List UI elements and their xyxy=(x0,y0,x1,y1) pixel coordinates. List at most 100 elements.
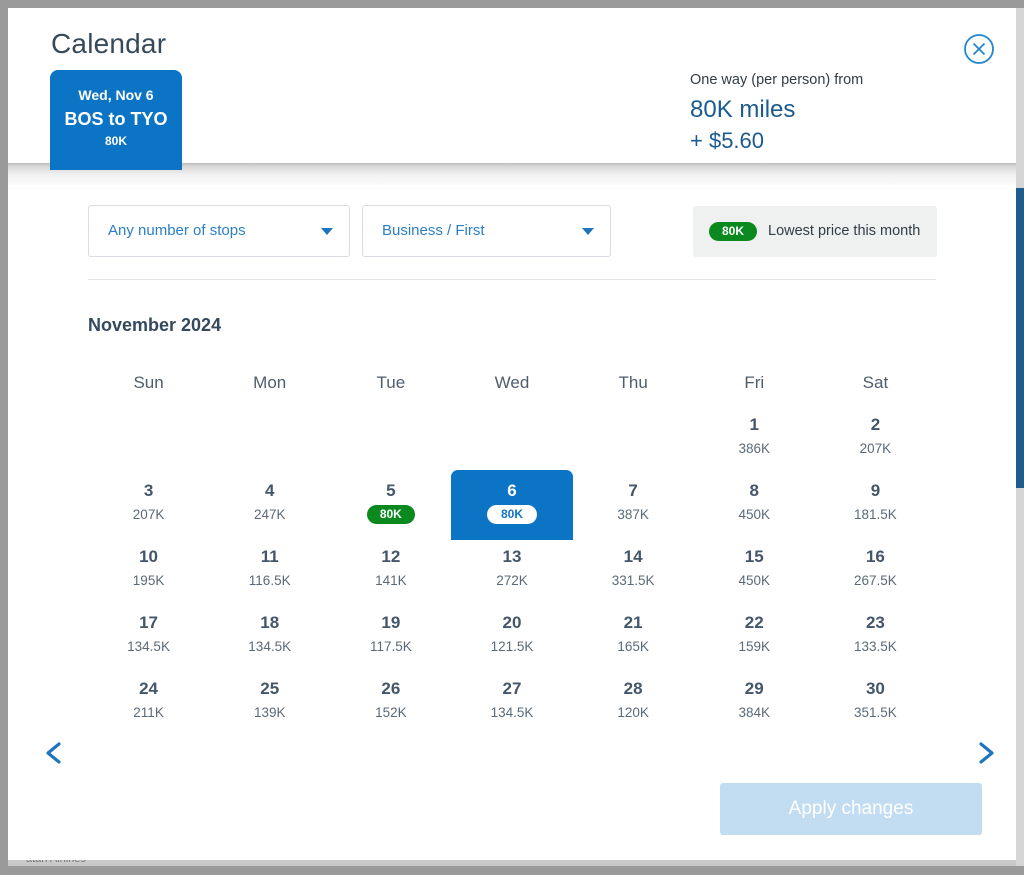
legend-text: Lowest price this month xyxy=(768,223,921,239)
calendar-day-price: 181.5K xyxy=(854,507,897,522)
calendar-day-price: 450K xyxy=(738,573,771,588)
calendar-day-price: 207K xyxy=(859,441,892,456)
calendar-day-number: 23 xyxy=(865,613,885,632)
calendar-day-number: 5 xyxy=(386,481,396,500)
calendar-day-price: 331.5K xyxy=(611,573,655,588)
calendar-cell-inner: 24 211K xyxy=(88,668,210,734)
calendar-day-number: 24 xyxy=(139,679,159,698)
month-label: November 2024 xyxy=(88,315,222,335)
calendar-day-27[interactable]: 27 134.5K xyxy=(451,677,572,743)
day-of-week-sun: Sun xyxy=(133,373,164,392)
price-tax: + $5.60 xyxy=(690,128,765,153)
calendar-weeks: 1 386K 2 207K 3 207K 4 247K 5 80K 6 80K 7 387K 8 450K 9 1… xyxy=(88,413,936,743)
day-of-week-wed: Wed xyxy=(494,373,530,392)
stops-select-value: Any number of stops xyxy=(108,222,246,239)
calendar-cell-inner: 30 351.5K xyxy=(814,668,936,734)
calendar-day-price: 121.5K xyxy=(490,639,534,654)
calendar-cell-inner: 8 450K xyxy=(693,470,815,536)
close-icon[interactable] xyxy=(963,33,995,65)
calendar-day-number: 20 xyxy=(502,613,522,632)
calendar-day-29[interactable]: 29 384K xyxy=(694,677,815,743)
calendar-cell-inner: 20 121.5K xyxy=(451,602,573,668)
calendar-day-number: 13 xyxy=(502,547,522,566)
calendar-cell-inner: 14 331.5K xyxy=(572,536,694,602)
calendar-cell-inner: 12 141K xyxy=(330,536,452,602)
chevron-left-icon[interactable] xyxy=(36,735,72,771)
calendar-cell-inner: 26 152K xyxy=(330,668,452,734)
calendar-cell-inner: 6 80K xyxy=(450,470,573,540)
calendar-day-number: 17 xyxy=(139,613,159,632)
modal-header: Calendar Wed, Nov 6 BOS to TYO 80K One w… xyxy=(8,8,1016,170)
calendar-day-number: 1 xyxy=(749,415,759,434)
price-miles: 80K miles xyxy=(690,96,796,123)
calendar-day-number: 29 xyxy=(744,679,764,698)
calendar-day-price: 152K xyxy=(375,705,407,720)
screen: atari Airlines Calendar Wed, Nov 6 BOS t… xyxy=(0,0,1024,875)
calendar-cell-inner: 25 139K xyxy=(209,668,331,734)
calendar-day-price: 159K xyxy=(738,639,771,654)
calendar-day-number: 21 xyxy=(623,613,643,632)
calendar-day-number: 22 xyxy=(744,613,764,632)
calendar-day-26[interactable]: 26 152K xyxy=(330,677,451,743)
selected-route-card[interactable]: Wed, Nov 6 BOS to TYO 80K xyxy=(50,70,182,170)
calendar-day-price: 267.5K xyxy=(854,573,897,588)
calendar-day-number: 26 xyxy=(381,679,401,698)
calendar-cell-inner: 10 195K xyxy=(88,536,210,602)
price-summary: One way (per person) from 80K miles + $5… xyxy=(690,70,863,156)
filter-row: Any number of stops Business / First 80K… xyxy=(8,205,1016,277)
calendar-day-price: 195K xyxy=(132,573,165,588)
calendar-cell-inner: 27 134.5K xyxy=(451,668,573,734)
calendar-cell-inner: 2 207K xyxy=(814,404,936,470)
page-scrollbar-thumb[interactable] xyxy=(1016,188,1024,488)
day-of-week-mon: Mon xyxy=(253,373,287,392)
calendar-day-number: 6 xyxy=(507,481,517,500)
calendar-day-price: 116.5K xyxy=(248,573,291,588)
calendar-day-number: 18 xyxy=(260,613,280,632)
calendar-day-price: 117.5K xyxy=(369,639,412,654)
calendar-day-number: 7 xyxy=(628,481,638,500)
calendar-day-number: 15 xyxy=(744,547,764,566)
page-scrollbar[interactable] xyxy=(1016,8,1024,866)
calendar-cell-inner: 7 387K xyxy=(572,470,694,536)
calendar-day-28[interactable]: 28 120K xyxy=(573,677,694,743)
chevron-right-icon[interactable] xyxy=(968,735,1004,771)
calendar-day-price: 133.5K xyxy=(854,639,897,654)
calendar-day-price: 384K xyxy=(738,705,771,720)
cabin-select[interactable]: Business / First xyxy=(362,205,611,257)
calendar-cell-inner: 4 247K xyxy=(209,470,331,536)
calendar-day-25[interactable]: 25 139K xyxy=(209,677,330,743)
calendar-day-price: 134.5K xyxy=(248,639,292,654)
calendar-day-number: 16 xyxy=(865,547,885,566)
calendar-day-30[interactable]: 30 351.5K xyxy=(815,677,936,743)
calendar-day-24[interactable]: 24 211K xyxy=(88,677,209,743)
calendar-day-price: 120K xyxy=(617,705,649,720)
calendar-day-number: 9 xyxy=(870,481,881,500)
page-title: Calendar xyxy=(51,28,167,59)
calendar-cell-inner: 11 116.5K xyxy=(209,536,331,602)
calendar-day-number: 2 xyxy=(870,415,881,434)
calendar-day-price: 139K xyxy=(253,705,286,720)
chevron-down-icon xyxy=(321,228,333,235)
day-of-week-thu: Thu xyxy=(618,373,648,392)
route-card-date: Wed, Nov 6 xyxy=(78,87,154,103)
calendar-day-number: 25 xyxy=(260,679,280,698)
calendar-day-price: 211K xyxy=(133,705,164,720)
calendar-day-number: 19 xyxy=(381,613,401,632)
apply-changes-button[interactable]: Apply changes xyxy=(720,783,982,835)
stops-select[interactable]: Any number of stops xyxy=(88,205,350,257)
calendar-cell-inner: 3 207K xyxy=(88,470,210,536)
calendar-day-price-lowest-badge: 80K xyxy=(366,505,415,524)
calendar-day-price: 207K xyxy=(132,507,165,522)
route-card-route: BOS to TYO xyxy=(64,109,168,129)
calendar-day-number: 30 xyxy=(865,679,885,698)
calendar-day-number: 14 xyxy=(623,547,643,566)
calendar-day-number: 4 xyxy=(264,481,275,500)
calendar-cell-inner: 5 80K xyxy=(330,470,452,536)
calendar-cell-inner: 18 134.5K xyxy=(209,602,331,668)
calendar-cell-inner: 28 120K xyxy=(572,668,694,734)
calendar-day-number: 10 xyxy=(139,547,159,566)
calendar-day-number: 8 xyxy=(749,481,759,500)
route-card-miles: 80K xyxy=(104,134,127,148)
calendar-day-price: 141K xyxy=(375,573,407,588)
calendar-day-number: 3 xyxy=(143,481,154,500)
